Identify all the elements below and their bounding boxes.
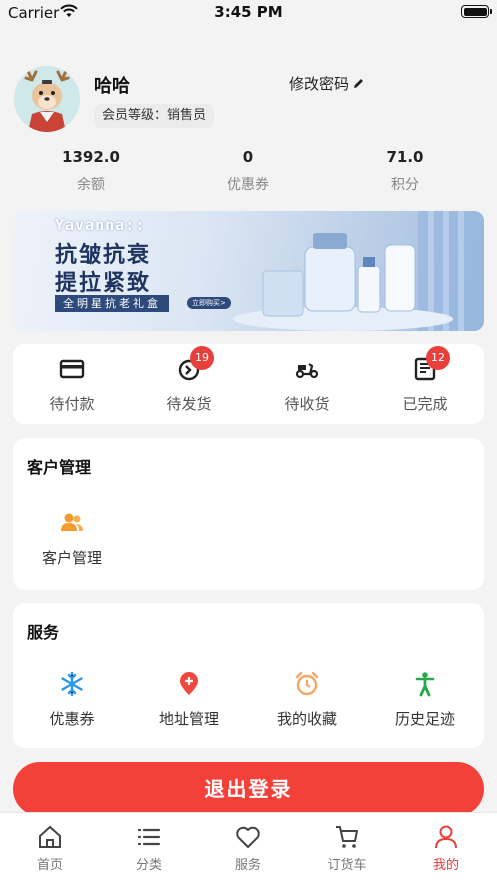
- banner-brand: Yavanna::: [55, 216, 146, 234]
- pencil-icon: [354, 79, 364, 88]
- services-card: 服务 优惠券 地址管理 我的收藏 历史足迹: [13, 603, 484, 748]
- balance-value: 1392.0: [62, 148, 120, 166]
- order-label: 待付款: [49, 395, 95, 413]
- order-label: 已完成: [402, 395, 448, 413]
- change-password-label: 修改密码: [289, 75, 350, 93]
- tab-cart[interactable]: 订货车: [297, 823, 397, 873]
- section-title: 服务: [27, 623, 60, 642]
- order-pending-payment[interactable]: 待付款: [13, 356, 131, 414]
- tab-label: 我的: [432, 858, 459, 873]
- profile-header: 哈哈 会员等级：销售员 修改密码: [14, 66, 484, 136]
- tab-label: 首页: [36, 858, 63, 873]
- coupon-count-value: 0: [242, 148, 254, 166]
- service-label: 优惠券: [49, 710, 95, 728]
- tab-home[interactable]: 首页: [0, 823, 100, 873]
- person-icon: [415, 672, 435, 697]
- member-level-badge: 会员等级：销售员: [94, 104, 215, 128]
- service-label: 地址管理: [158, 710, 219, 728]
- banner-subline: 全明星抗老礼盒: [55, 295, 169, 312]
- logout-button[interactable]: 退出登录: [13, 762, 484, 816]
- points-value: 71.0: [386, 148, 424, 166]
- section-title: 客户管理: [27, 458, 92, 477]
- points-label: 积分: [391, 177, 419, 193]
- balance-label: 余额: [77, 177, 105, 193]
- list-icon: [137, 828, 161, 846]
- tab-label: 分类: [135, 858, 162, 873]
- balance-stat[interactable]: 1392.0 余额: [21, 148, 161, 194]
- service-coupons[interactable]: 优惠券: [13, 671, 131, 729]
- alarm-clock-icon: [295, 671, 319, 696]
- notification-badge: 12: [426, 346, 450, 370]
- order-status-card: 待付款 19 待发货 待收货 12 已完成: [13, 344, 484, 424]
- status-bar: Carrier 3:45 PM: [0, 0, 497, 26]
- tab-categories[interactable]: 分类: [99, 823, 199, 873]
- account-stats: 1392.0 余额 0 优惠券 71.0 积分: [0, 148, 497, 198]
- service-label: 客户管理: [41, 549, 102, 567]
- avatar[interactable]: [14, 66, 80, 132]
- promo-banner[interactable]: Yavanna:: 抗皱抗衰 提拉紧致 全明星抗老礼盒 立即购买>: [13, 211, 484, 331]
- tab-mine[interactable]: 我的: [396, 823, 496, 873]
- battery-icon: [461, 5, 492, 18]
- coupon-count-label: 优惠券: [227, 177, 269, 193]
- service-label: 历史足迹: [394, 710, 455, 728]
- user-name: 哈哈: [94, 76, 130, 97]
- tab-label: 服务: [234, 858, 261, 873]
- service-label: 我的收藏: [276, 710, 337, 728]
- bottom-tab-bar: 首页 分类 服务 订货车 我的: [0, 812, 497, 883]
- scooter-icon: [295, 363, 319, 379]
- customer-management-entry[interactable]: 客户管理: [13, 510, 131, 568]
- deer-avatar-icon: [14, 66, 80, 132]
- customer-management-card: 客户管理 客户管理: [13, 438, 484, 590]
- heart-icon: [236, 826, 260, 848]
- wallet-icon: [59, 359, 85, 379]
- points-stat[interactable]: 71.0 积分: [335, 148, 475, 194]
- change-password-button[interactable]: 修改密码: [289, 73, 365, 94]
- coupon-stat[interactable]: 0 优惠券: [178, 148, 318, 194]
- tab-services[interactable]: 服务: [198, 823, 298, 873]
- banner-buy-button[interactable]: 立即购买>: [187, 297, 231, 309]
- home-icon: [39, 825, 61, 848]
- banner-headline-2: 提拉紧致: [55, 270, 152, 296]
- location-plus-icon: [180, 672, 198, 695]
- notification-badge: 19: [190, 346, 214, 370]
- clock: 3:45 PM: [214, 3, 283, 21]
- order-pending-receipt[interactable]: 待收货: [248, 356, 366, 414]
- service-history[interactable]: 历史足迹: [366, 671, 484, 729]
- order-completed[interactable]: 12 已完成: [366, 346, 484, 414]
- service-favorites[interactable]: 我的收藏: [248, 671, 366, 729]
- user-icon: [435, 825, 457, 849]
- cart-icon: [336, 826, 358, 848]
- snowflake-icon: [61, 671, 83, 697]
- order-label: 待收货: [284, 395, 330, 413]
- order-pending-shipment[interactable]: 19 待发货: [130, 346, 248, 414]
- users-icon: [61, 513, 83, 531]
- service-address[interactable]: 地址管理: [130, 671, 248, 729]
- tab-label: 订货车: [327, 858, 367, 873]
- order-label: 待发货: [166, 395, 212, 413]
